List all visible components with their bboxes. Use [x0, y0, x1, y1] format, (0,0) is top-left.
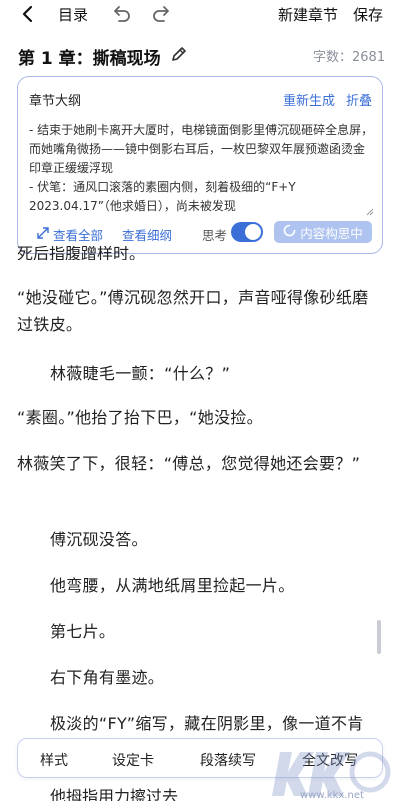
outline-line: - 结束于她刷卡离开大厦时，电梯镜面倒影里傅沉砚砸碎全息屏，而她嘴角微扬——镜中…	[29, 123, 374, 175]
body-paragraph[interactable]: 傅沉砚没答。	[50, 526, 400, 553]
chapter-outline-card: 章节大纲 重新生成 折叠 - 结束于她刷卡离开大厦时，电梯镜面倒影里傅沉砚砸碎全…	[17, 76, 383, 254]
undo-icon[interactable]	[110, 3, 132, 25]
view-all-label: 查看全部	[53, 228, 104, 243]
body-paragraph[interactable]: 林薇笑了下，很轻：“傅总，您觉得她还会要？”	[17, 450, 372, 477]
new-chapter-button[interactable]: 新建章节	[278, 4, 338, 25]
body-paragraph[interactable]: 第七片。	[50, 618, 400, 645]
save-button[interactable]: 保存	[353, 4, 383, 25]
body-paragraph[interactable]: 他弯腰，从满地纸屑里捡起一片。	[50, 572, 400, 599]
partially-hidden-bottom-line: 他拇指用力擦过去	[50, 787, 179, 801]
body-paragraph[interactable]: 林薇睫毛一颤：“什么？”	[50, 360, 400, 387]
paragraph-continue-button[interactable]: 段落续写	[200, 750, 256, 770]
pencil-edit-icon[interactable]	[170, 45, 188, 63]
table-of-contents-button[interactable]: 目录	[58, 4, 88, 25]
back-arrow-icon[interactable]	[18, 4, 38, 24]
body-paragraph[interactable]: 极淡的“FY”缩写，藏在阴影里，像一道不肯	[50, 710, 385, 737]
word-count-value: 2681	[352, 50, 386, 65]
top-toolbar: 目录 新建章节 保存	[0, 0, 400, 30]
word-count-label: 字数：	[313, 50, 353, 65]
setting-card-button[interactable]: 设定卡	[112, 750, 154, 770]
redo-icon[interactable]	[151, 3, 173, 25]
watermark-url: www.kkx.net	[300, 790, 364, 801]
word-count: 字数：2681	[313, 46, 385, 65]
chapter-title: 第 1 章：撕稿现场	[18, 49, 161, 69]
fold-button[interactable]: 折叠	[346, 90, 372, 109]
think-label: 思考	[202, 228, 228, 243]
partially-hidden-line: 死后指腹蹭样时。	[17, 246, 146, 260]
think-toggle[interactable]	[231, 222, 263, 242]
body-paragraph[interactable]: “素圈。”他抬了抬下巴，“她没捡。	[17, 404, 372, 431]
toggle-knob	[245, 224, 261, 240]
outline-title: 章节大纲	[29, 94, 82, 109]
resize-grip-icon[interactable]	[366, 201, 374, 216]
view-detail-button[interactable]: 查看细纲	[122, 225, 172, 244]
regenerate-button[interactable]: 重新生成	[283, 90, 335, 109]
view-all-button[interactable]: 查看全部	[37, 225, 103, 244]
body-paragraph[interactable]: 右下角有墨迹。	[50, 664, 400, 691]
outline-line: - 伏笔：通风口滚落的素圈内侧，刻着极细的“F+Y 2023.04.17”（他求…	[29, 180, 300, 213]
body-paragraph[interactable]: “她没碰它。”傅沉砚忽然开口，声音哑得像砂纸磨过铁皮。	[17, 284, 372, 338]
content-idea-label: 内容构思中	[300, 225, 363, 241]
outline-text[interactable]: - 结束于她刷卡离开大厦时，电梯镜面倒影里傅沉砚砸碎全息屏，而她嘴角微扬——镜中…	[29, 121, 374, 216]
scrollbar-thumb[interactable]	[377, 620, 381, 654]
expand-arrows-icon	[37, 227, 49, 242]
style-button[interactable]: 样式	[40, 750, 68, 770]
content-idea-button[interactable]: 内容构思中	[274, 221, 372, 243]
loading-spinner-icon	[283, 224, 296, 240]
